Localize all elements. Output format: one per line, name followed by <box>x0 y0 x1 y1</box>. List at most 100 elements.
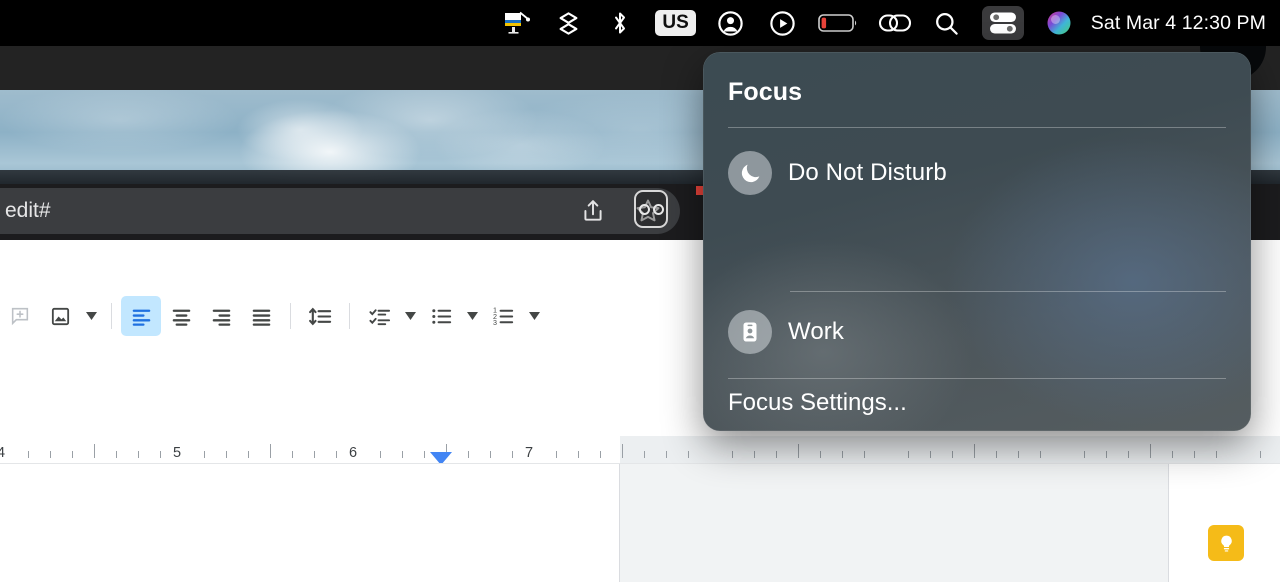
insert-image-button[interactable] <box>40 296 80 336</box>
add-comment-button[interactable] <box>0 296 40 336</box>
ruler-tick <box>1150 444 1151 458</box>
ruler-tick <box>1106 451 1107 458</box>
address-bar[interactable]: edit# <box>0 188 680 234</box>
toolbar-divider <box>349 303 350 329</box>
ruler-tick <box>204 451 205 458</box>
ruler-number: 4 <box>0 445 5 461</box>
ruler-tick <box>314 451 315 458</box>
extension-dot-left <box>638 203 650 215</box>
bulleted-list-caret-icon[interactable] <box>461 296 483 336</box>
right-indent-marker[interactable] <box>430 452 452 463</box>
svg-text:3: 3 <box>492 319 496 327</box>
line-spacing-button[interactable] <box>300 296 340 336</box>
ruler-tick <box>292 451 293 458</box>
align-center-button[interactable] <box>161 296 201 336</box>
align-justify-button[interactable] <box>241 296 281 336</box>
ruler-tick <box>776 451 777 458</box>
battery-icon[interactable] <box>817 6 860 40</box>
ruler-tick <box>622 444 623 458</box>
ruler-tick <box>1260 451 1261 458</box>
desktop-screen: edit# 1 2 3 5 6 7 US Sat Mar 4 12:30 PM … <box>0 0 1280 582</box>
numbered-list-caret-icon[interactable] <box>523 296 545 336</box>
checklist-button[interactable] <box>359 296 399 336</box>
ruler-tick <box>556 451 557 458</box>
ruler-tick <box>864 451 865 458</box>
ruler-tick <box>754 451 755 458</box>
ruler-tick <box>1084 451 1085 458</box>
ruler-tick <box>380 451 381 458</box>
input-source-icon[interactable]: US <box>655 6 696 40</box>
focus-divider-top <box>728 127 1226 128</box>
ruler-tick <box>996 451 997 458</box>
ruler-tick <box>842 451 843 458</box>
ruler-tick <box>116 451 117 458</box>
ruler-tick <box>644 451 645 458</box>
ruler-tick <box>94 444 95 458</box>
ruler-tick <box>930 451 931 458</box>
numbered-list-button[interactable]: 1 2 3 <box>483 296 523 336</box>
ruler-tick <box>908 451 909 458</box>
ruler-tick <box>336 451 337 458</box>
ruler-tick <box>952 451 953 458</box>
menu-bar-clock[interactable]: Sat Mar 4 12:30 PM <box>1091 12 1266 35</box>
align-left-button[interactable] <box>121 296 161 336</box>
ruler-tick <box>1128 451 1129 458</box>
extension-icon[interactable] <box>634 190 668 228</box>
bulleted-list-button[interactable] <box>421 296 461 336</box>
ruler-tick <box>138 451 139 458</box>
google-keep-button[interactable] <box>1208 525 1244 561</box>
checklist-caret-icon[interactable] <box>399 296 421 336</box>
address-bar-text: edit# <box>5 199 51 222</box>
link-icon[interactable] <box>878 6 912 40</box>
search-icon[interactable] <box>930 6 964 40</box>
docs-toolbar-icons: 1 2 3 <box>0 292 545 340</box>
side-panel <box>1169 464 1280 582</box>
ruler-tick <box>50 451 51 458</box>
ruler-margin-area <box>620 436 1280 463</box>
ruler-tick <box>1018 451 1019 458</box>
share-icon[interactable] <box>580 198 606 224</box>
ruler-tick <box>820 451 821 458</box>
ruler-tick <box>28 451 29 458</box>
focus-divider-bottom <box>728 378 1226 379</box>
ruler-tick <box>974 444 975 458</box>
focus-mode-work[interactable]: Work <box>728 310 1242 354</box>
ruler-number: 7 <box>524 445 534 461</box>
ruler-tick <box>512 451 513 458</box>
document-ruler[interactable]: 4 5 6 7 <box>0 436 1280 464</box>
ruler-tick <box>1172 451 1173 458</box>
insert-image-caret-icon[interactable] <box>80 296 102 336</box>
screen-sharing-icon[interactable] <box>499 6 533 40</box>
focus-mode-label: Work <box>788 318 844 345</box>
ruler-tick <box>424 451 425 458</box>
ruler-tick <box>270 444 271 458</box>
align-right-button[interactable] <box>201 296 241 336</box>
media-play-icon[interactable] <box>766 6 800 40</box>
document-page[interactable] <box>0 464 620 582</box>
focus-divider-mid <box>790 291 1226 292</box>
ruler-tick <box>72 451 73 458</box>
focus-panel-title: Focus <box>728 78 803 106</box>
macos-menu-bar: US Sat Mar 4 12:30 PM <box>0 0 1280 46</box>
toolbar-divider <box>111 303 112 329</box>
input-source-label: US <box>655 10 696 36</box>
user-account-icon[interactable] <box>714 6 748 40</box>
ruler-tick <box>666 451 667 458</box>
bluetooth-icon[interactable] <box>603 6 637 40</box>
ruler-tick <box>490 451 491 458</box>
ruler-number: 6 <box>348 445 358 461</box>
control-center-icon[interactable] <box>981 6 1024 40</box>
ruler-tick <box>1216 451 1217 458</box>
id-badge-icon <box>728 310 772 354</box>
focus-settings-button[interactable]: Focus Settings... <box>728 389 907 417</box>
ruler-tick <box>578 451 579 458</box>
dropbox-icon[interactable] <box>551 6 585 40</box>
document-canvas <box>0 464 1280 582</box>
siri-icon[interactable] <box>1042 6 1076 40</box>
ruler-tick <box>402 451 403 458</box>
ruler-tick <box>226 451 227 458</box>
ruler-tick <box>160 451 161 458</box>
ruler-tick <box>1194 451 1195 458</box>
focus-mode-do-not-disturb[interactable]: Do Not Disturb <box>728 151 1242 195</box>
toolbar-divider <box>290 303 291 329</box>
